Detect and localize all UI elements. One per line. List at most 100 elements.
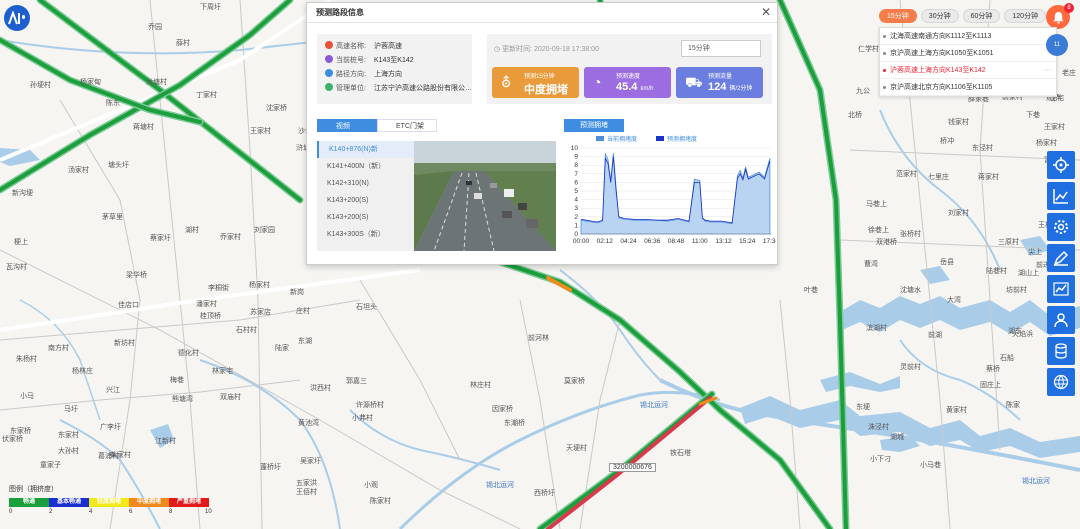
interval-select[interactable]: 15分钟 [681,40,761,57]
map-place-label: 新沟埂 [12,189,33,197]
camera-item[interactable]: K142+310(N) [317,175,414,192]
time-button-60[interactable]: 60分钟 [962,9,1001,23]
logo-icon [8,11,25,25]
map-place-label: 孙埂村 [30,81,51,89]
camera-item[interactable]: K143+200(S) [317,209,414,226]
map-place-label: 蓬桥圩 [260,463,281,471]
app-logo[interactable] [4,5,30,31]
settings-icon[interactable] [1047,213,1075,241]
map-place-label: 前湖 [928,331,942,339]
edit-icon[interactable] [1047,244,1075,272]
route-item[interactable]: 京沪高速北京方向K1106至K1105 [880,79,1056,96]
map-place-label: 小观 [364,481,378,489]
map-place-label: 梁华桥 [126,271,147,279]
legend-tick: 6 [129,509,133,515]
close-icon[interactable]: ✕ [761,5,771,19]
trend-icon[interactable] [1047,182,1075,210]
legend-segment: 中度拥堵 [129,498,169,507]
direction-icon [325,69,333,77]
legend-tick: 0 [9,509,13,515]
map-place-label: 蒋塘村 [133,123,154,131]
camera-video[interactable] [414,141,556,251]
user-icon[interactable] [1047,306,1075,334]
metric-title: 预测15分钟 [524,74,555,80]
legend-segment: 严重拥堵 [169,498,209,507]
map-place-label: 林家宅 [212,367,233,375]
map-place-label: 马巷上 [866,200,887,208]
tab-video[interactable]: 视频 [317,119,377,132]
route-count-badge[interactable]: 11 [1046,34,1068,56]
y-tick-label: 8 [574,162,578,169]
map-place-label: 洪西村 [310,384,331,392]
right-toolbar [1047,151,1077,399]
map-place-label: 火焰浜 [1012,330,1033,338]
map-place-label: 北桥 [848,111,862,119]
speedometer-icon: ◔ [593,74,602,90]
info-row: 高速名称: 沪蓉高速 [317,40,472,54]
database-icon[interactable] [1047,337,1075,365]
clock-icon: ◷ [494,46,503,53]
update-time: ◷ 更新时间: 2020-09-18 17:38:00 [494,44,599,54]
map-place-label: 石村村 [236,326,257,334]
map-place-label: 江新村 [155,437,176,445]
globe-icon[interactable] [1047,368,1075,396]
map-place-label: 东埂 [856,403,870,411]
camera-item[interactable]: K143+300S（新） [317,226,414,243]
camera-list: K140+876(N)新 K141+400N（新） K142+310(N) K1… [317,141,414,251]
metric-value: 中度拥堵 [524,81,579,97]
camera-item[interactable]: K141+400N（新） [317,158,414,175]
map-place-label: 熊塘湾 [172,395,193,403]
tab-etc[interactable]: ETC门架 [377,119,437,132]
map-place-label: 陈家 [1006,401,1020,409]
map-place-label: 汤家村 [68,166,89,174]
map-place-label: 小马 [20,392,34,400]
map-place-label: 许源桥村 [356,401,384,409]
map-place-label: 双庙村 [220,393,241,401]
legend-swatch [596,136,604,141]
time-button-30[interactable]: 30分钟 [920,9,959,23]
map-place-label: 东潮桥 [504,419,525,427]
map-place-label: 固庄上 [980,381,1001,389]
alert-route-list: 沈海高速南通方向K1112至K1113 京沪高速上海方向K1050至K1051 … [879,27,1057,97]
x-tick-label: 11:00 [692,238,708,245]
target-icon[interactable] [1047,151,1075,179]
map-place-label: 苏家店 [250,308,271,316]
map-place-label: 前河林 [528,334,549,342]
map-place-label: 陆巷村 [986,267,1007,275]
camera-item[interactable]: K143+200(S) [317,192,414,209]
car-icon: ⛟ [685,74,703,90]
map-place-label: 大湾 [947,296,961,304]
info-row: 路径方向: 上海方向 [317,68,472,82]
marker-label[interactable]: 3200000676 [609,463,656,472]
map-place-label: 张桥村 [900,230,921,238]
metric-card-congestion: ⛢ 预测15分钟 中度拥堵 [492,67,579,98]
legend-segment: 轻度拥堵 [89,498,129,507]
metric-card-flow: ⛟ 预测流量 124 辆/2分钟 [676,67,763,98]
segment-info-panel: 预测路段信息 ✕ 高速名称: 沪蓉高速 当前桩号: K143至K142 路径方向: 上… [306,2,778,265]
time-button-15[interactable]: 15分钟 [879,9,917,23]
map-place-label: 三原村 [998,238,1019,246]
map-place-label: 梅巷 [170,376,184,384]
camera-item[interactable]: K140+876(N)新 [317,141,414,158]
map-place-label: 乔家村 [220,233,241,241]
map-place-label: 刘家村 [948,209,969,217]
route-item[interactable]: 沈海高速南通方向K1112至K1113 [880,28,1056,45]
map-place-label: 桥冲 [940,137,954,145]
map-place-label: 沈家桥 [266,104,287,112]
map-place-label: 坊前村 [1006,286,1027,294]
route-item[interactable]: 京沪高速上海方向K1050至K1051 [880,45,1056,62]
legend-tick: 8 [169,509,173,515]
chart-tab[interactable]: 预测拥堵 [564,119,624,132]
line-chart-icon[interactable] [1047,275,1075,303]
map-place-label: 兴江 [106,386,120,394]
more-icon[interactable]: ··· [1044,62,1051,79]
route-label: 京沪高速上海方向K1050至K1051 [890,50,994,57]
map-place-label: 杨林庄 [72,367,93,375]
time-button-120[interactable]: 120分钟 [1004,9,1047,23]
x-tick-label: 00:00 [573,238,590,245]
route-item-alert[interactable]: 沪蓉高速上海方向K143至K142 ··· [880,62,1056,79]
map-place-label: 小弗村 [352,414,373,422]
route-icon: ⛢ [501,74,512,90]
metric-number: 45.4 [616,81,638,93]
legend-label: 预测拥堵度 [667,135,697,143]
